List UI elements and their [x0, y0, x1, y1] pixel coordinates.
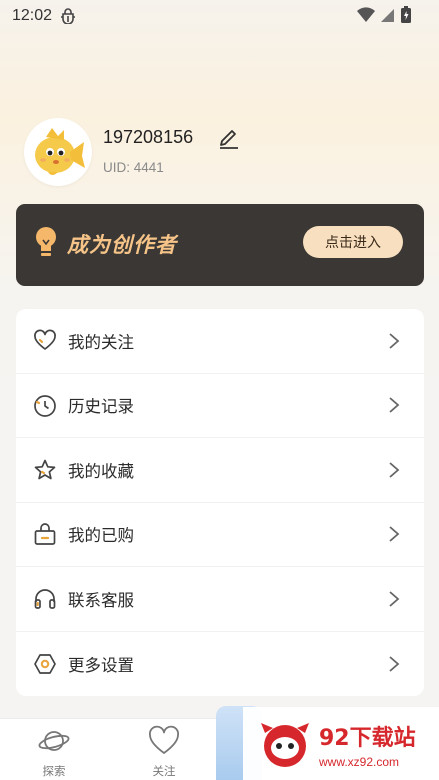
status-icons — [357, 6, 411, 23]
wifi-icon — [357, 6, 375, 22]
edit-icon[interactable] — [216, 124, 242, 150]
tab-following[interactable]: 关注 — [134, 725, 194, 778]
chevron-right-icon — [389, 526, 400, 542]
menu-label: 联系客服 — [68, 590, 134, 610]
menu-item-settings[interactable]: 更多设置 — [16, 632, 424, 697]
headset-icon — [34, 589, 56, 609]
chevron-right-icon — [389, 333, 400, 349]
creator-title: 成为创作者 — [67, 233, 177, 257]
bug-icon — [61, 8, 76, 24]
lightbulb-icon — [36, 227, 56, 256]
menu-list: 我的关注 历史记录 我的收藏 我的已购 联系客服 更多设置 — [16, 309, 424, 696]
clock-icon — [34, 394, 56, 417]
tab-label: 探索 — [42, 764, 66, 778]
chevron-right-icon — [389, 462, 400, 478]
menu-label: 我的关注 — [68, 332, 134, 352]
menu-label: 历史记录 — [68, 397, 134, 417]
planet-icon — [38, 731, 70, 751]
watermark-url: www.xz92.com — [319, 755, 400, 769]
chevron-right-icon — [389, 656, 400, 672]
menu-item-customer-service[interactable]: 联系客服 — [16, 567, 424, 632]
chevron-right-icon — [389, 591, 400, 607]
menu-label: 我的已购 — [68, 526, 134, 546]
menu-item-history[interactable]: 历史记录 — [16, 374, 424, 438]
settings-icon — [34, 653, 56, 674]
heart-icon — [149, 725, 179, 754]
status-bar: 12:02 — [0, 0, 439, 32]
battery-icon — [401, 6, 411, 23]
watermark-logo-icon — [261, 723, 309, 767]
status-time: 12:02 — [12, 7, 53, 24]
user-id: UID: 4441 — [103, 160, 164, 175]
star-icon — [34, 459, 56, 480]
tab-label: 关注 — [152, 764, 176, 778]
creator-banner[interactable]: 成为创作者 点击进入 — [16, 204, 424, 286]
chevron-right-icon — [389, 397, 400, 413]
menu-item-following[interactable]: 我的关注 — [16, 309, 424, 374]
watermark-title: 92下载站 — [319, 726, 416, 751]
fish-avatar-icon — [35, 128, 85, 175]
tab-explore[interactable]: 探索 — [24, 725, 84, 778]
menu-label: 我的收藏 — [68, 461, 134, 481]
signal-icon — [381, 8, 394, 22]
menu-label: 更多设置 — [68, 655, 134, 675]
bag-icon — [34, 522, 56, 545]
watermark: 92下载站 www.xz92.com — [243, 707, 439, 780]
menu-item-favorites[interactable]: 我的收藏 — [16, 438, 424, 503]
avatar[interactable] — [24, 118, 92, 186]
enter-button[interactable]: 点击进入 — [303, 226, 403, 258]
menu-item-purchased[interactable]: 我的已购 — [16, 503, 424, 567]
heart-icon — [34, 329, 56, 350]
username: 197208156 — [103, 127, 194, 147]
profile-section: 197208156 UID: 4441 — [24, 118, 384, 190]
